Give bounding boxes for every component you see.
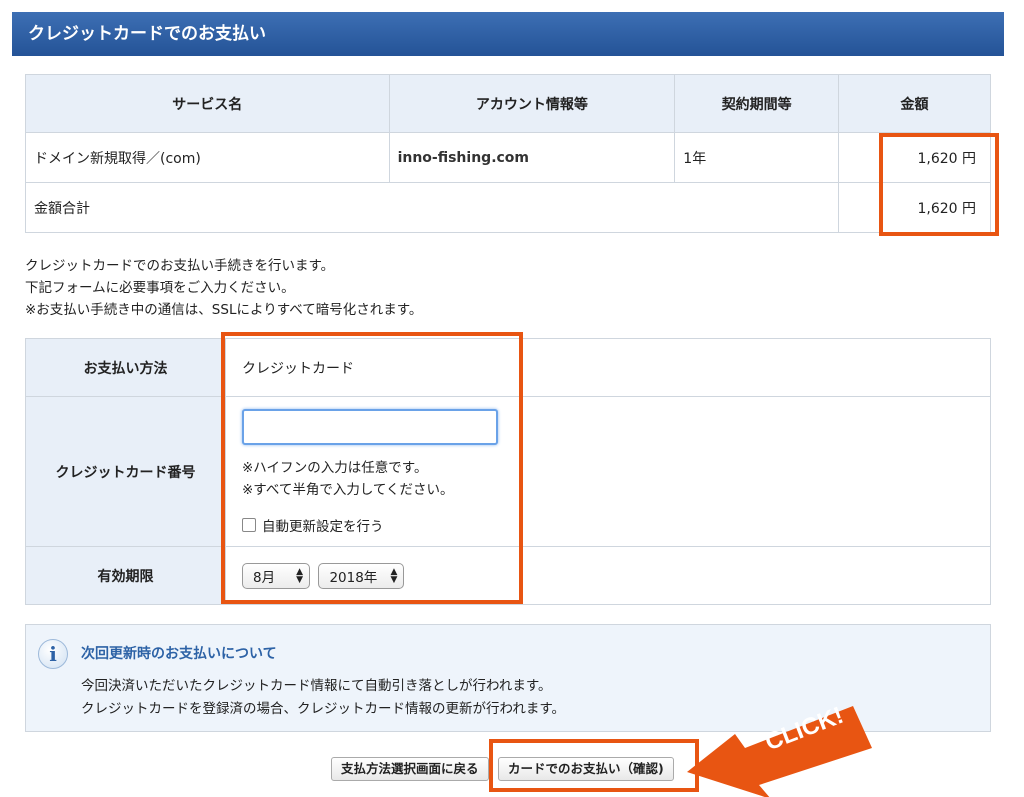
expiry-year-select[interactable]: 2018年 ▲ ▼ bbox=[318, 562, 405, 589]
auto-renew-label: 自動更新設定を行う bbox=[262, 518, 384, 535]
notice-line: クレジットカードを登録済の場合、クレジットカード情報の更新が行われます。 bbox=[81, 701, 565, 717]
notice-line: 今回決済いただいたクレジットカード情報にて自動引き落としが行われます。 bbox=[81, 678, 552, 694]
click-arrow-icon: CLICK! bbox=[687, 702, 872, 797]
table-row: ドメイン新規取得／(com) inno-fishing.com 1年 1,620… bbox=[25, 132, 991, 183]
period-cell: 1年 bbox=[674, 132, 840, 183]
column-header-amount: 金額 bbox=[838, 74, 991, 133]
auto-renew-checkbox[interactable] bbox=[242, 517, 256, 532]
info-line: 下記フォームに必要事項をご入力ください。 bbox=[25, 280, 295, 296]
info-line: ※お支払い手続き中の通信は、SSLによりすべて暗号化されます。 bbox=[25, 302, 423, 318]
summary-table: サービス名 アカウント情報等 契約期間等 金額 ドメイン新規取得／(com) i… bbox=[24, 74, 991, 233]
total-label: 金額合計 bbox=[24, 182, 840, 233]
column-header-service: サービス名 bbox=[25, 74, 390, 133]
amount-cell: 1,620 円 bbox=[838, 132, 991, 183]
page-header: クレジットカードでのお支払い bbox=[12, 12, 1004, 56]
back-button[interactable]: 支払方法選択画面に戻る bbox=[331, 757, 489, 781]
halfwidth-note: ※すべて半角で入力してください。 bbox=[242, 481, 454, 498]
total-amount: 1,620 円 bbox=[838, 182, 991, 233]
payment-info-text: クレジットカードでのお支払い手続きを行います。 下記フォームに必要事項をご入力く… bbox=[25, 255, 422, 321]
expiry-label: 有効期限 bbox=[25, 546, 226, 605]
confirm-payment-button[interactable]: カードでのお支払い（確認) bbox=[498, 757, 674, 781]
total-row: 金額合計 1,620 円 bbox=[24, 182, 991, 233]
expiry-month-select[interactable]: 8月 ▲ ▼ bbox=[242, 562, 310, 589]
column-header-period: 契約期間等 bbox=[674, 74, 840, 133]
info-line: クレジットカードでのお支払い手続きを行います。 bbox=[25, 258, 335, 274]
account-cell: inno-fishing.com bbox=[388, 132, 676, 183]
payment-method-value: クレジットカード bbox=[225, 338, 991, 397]
column-header-account: アカウント情報等 bbox=[388, 74, 676, 133]
card-number-label: クレジットカード番号 bbox=[25, 396, 226, 547]
select-arrows-icon: ▲ ▼ bbox=[390, 566, 398, 585]
notice-body: 今回決済いただいたクレジットカード情報にて自動引き落としが行われます。 クレジッ… bbox=[81, 675, 565, 721]
info-icon: i bbox=[38, 639, 68, 669]
auto-renew-option[interactable]: 自動更新設定を行う bbox=[242, 515, 990, 535]
payment-form: お支払い方法 クレジットカード クレジットカード番号 ※ハイフンの入力は任意です… bbox=[25, 338, 991, 605]
notice-title: 次回更新時のお支払いについて bbox=[81, 646, 277, 662]
expiry-month-value: 8月 bbox=[253, 569, 276, 586]
select-arrows-icon: ▲ ▼ bbox=[296, 566, 303, 585]
payment-method-label: お支払い方法 bbox=[25, 338, 226, 397]
hyphen-note: ※ハイフンの入力は任意です。 bbox=[242, 459, 428, 476]
service-name-cell: ドメイン新規取得／(com) bbox=[25, 132, 390, 183]
expiry-year-value: 2018年 bbox=[329, 569, 378, 586]
card-number-input[interactable] bbox=[242, 408, 498, 445]
